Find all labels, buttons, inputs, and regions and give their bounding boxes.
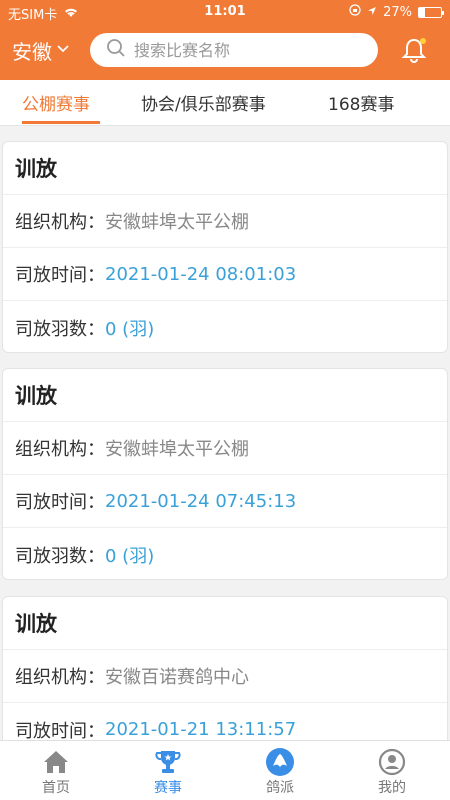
nav-races-label: 赛事 <box>154 780 182 796</box>
race-card[interactable]: 训放 组织机构： 安徽蚌埠太平公棚 司放时间： 2021-01-24 08:01… <box>2 141 448 353</box>
nav-home-label: 首页 <box>42 780 70 796</box>
release-count-label: 司放羽数： <box>15 545 105 567</box>
org-row: 组织机构： 安徽蚌埠太平公棚 <box>3 195 447 248</box>
release-time-label: 司放时间： <box>15 720 105 741</box>
nav-mine[interactable]: 我的 <box>336 741 448 800</box>
status-bar: 无SIM卡 11:01 27% <box>0 0 450 24</box>
nav-pigeon-label: 鸽派 <box>266 780 294 796</box>
trophy-icon <box>153 747 183 777</box>
bell-icon <box>398 38 430 70</box>
release-time-value: 2021-01-24 07:45:13 <box>105 490 297 512</box>
release-time-value: 2021-01-24 08:01:03 <box>105 263 297 285</box>
bottom-nav: 首页 赛事 鸽派 我的 <box>0 740 450 800</box>
release-time-label: 司放时间： <box>15 492 105 513</box>
tab-association-club[interactable]: 协会/俱乐部赛事 <box>141 90 266 115</box>
pigeon-icon <box>265 747 295 777</box>
release-count-value: 0 (羽) <box>105 545 155 567</box>
org-value: 安徽百诺赛鸽中心 <box>105 667 249 688</box>
org-label: 组织机构： <box>15 212 105 233</box>
lock-rotation-icon <box>349 4 361 20</box>
region-selector[interactable]: 安徽 <box>12 34 70 66</box>
release-count-label: 司放羽数： <box>15 318 105 340</box>
battery-icon <box>418 6 444 18</box>
race-card[interactable]: 训放 组织机构： 安徽百诺赛鸽中心 司放时间： 2021-01-21 13:11… <box>2 596 448 740</box>
release-count-value: 0 (羽) <box>105 318 155 340</box>
user-icon <box>377 747 407 777</box>
app-header: 无SIM卡 11:01 27% 安徽 <box>0 0 450 80</box>
status-right: 27% <box>349 4 444 20</box>
nav-races[interactable]: 赛事 <box>112 741 224 800</box>
location-icon <box>367 5 377 20</box>
org-row: 组织机构： 安徽百诺赛鸽中心 <box>3 650 447 703</box>
org-row: 组织机构： 安徽蚌埠太平公棚 <box>3 422 447 475</box>
org-value: 安徽蚌埠太平公棚 <box>105 439 249 460</box>
org-label: 组织机构： <box>15 667 105 688</box>
release-count-row: 司放羽数： 0 (羽) <box>3 528 447 581</box>
race-card[interactable]: 训放 组织机构： 安徽蚌埠太平公棚 司放时间： 2021-01-24 07:45… <box>2 368 448 580</box>
search-input[interactable] <box>134 40 354 60</box>
race-title: 训放 <box>3 597 447 650</box>
search-bar[interactable] <box>90 33 378 67</box>
nav-home[interactable]: 首页 <box>0 741 112 800</box>
battery-fill <box>419 7 425 17</box>
release-time-row: 司放时间： 2021-01-21 13:11:57 <box>3 703 447 740</box>
battery-percent: 27% <box>383 4 412 20</box>
region-label: 安徽 <box>12 39 52 64</box>
home-icon <box>41 747 71 777</box>
nav-pigeon[interactable]: 鸽派 <box>224 741 336 800</box>
nav-mine-label: 我的 <box>378 780 406 796</box>
release-time-value: 2021-01-21 13:11:57 <box>105 719 297 740</box>
org-value: 安徽蚌埠太平公棚 <box>105 212 249 233</box>
race-title: 训放 <box>3 142 447 195</box>
org-label: 组织机构： <box>15 439 105 460</box>
release-count-row: 司放羽数： 0 (羽) <box>3 301 447 354</box>
tab-168[interactable]: 168赛事 <box>328 90 394 115</box>
notification-bell[interactable] <box>398 34 430 66</box>
tab-public-loft[interactable]: 公棚赛事 <box>22 90 90 115</box>
release-time-row: 司放时间： 2021-01-24 08:01:03 <box>3 248 447 301</box>
search-icon <box>106 38 126 62</box>
race-list: 训放 组织机构： 安徽蚌埠太平公棚 司放时间： 2021-01-24 08:01… <box>0 126 450 740</box>
release-time-label: 司放时间： <box>15 265 105 286</box>
active-tab-indicator <box>22 121 100 124</box>
category-tabs: 公棚赛事 协会/俱乐部赛事 168赛事 <box>0 80 450 126</box>
release-time-row: 司放时间： 2021-01-24 07:45:13 <box>3 475 447 528</box>
race-title: 训放 <box>3 369 447 422</box>
chevron-down-icon <box>56 42 70 58</box>
